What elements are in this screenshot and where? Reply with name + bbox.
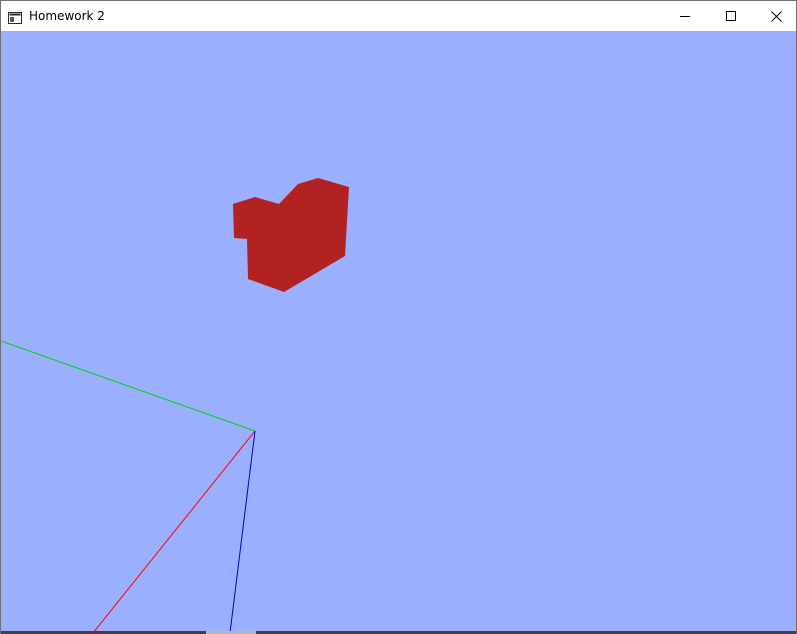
maximize-button[interactable]: [708, 1, 754, 31]
maximize-icon: [726, 11, 736, 21]
window-title: Homework 2: [29, 9, 105, 23]
app-icon: [8, 9, 22, 24]
scene-background: [1, 31, 796, 633]
scene-canvas: [1, 31, 796, 633]
title-bar[interactable]: Homework 2: [1, 1, 796, 31]
app-window: Homework 2: [0, 0, 797, 634]
window-icon: [8, 12, 22, 24]
render-viewport[interactable]: [1, 31, 796, 633]
minimize-button[interactable]: [662, 1, 708, 31]
close-icon: [770, 10, 782, 22]
close-button[interactable]: [753, 1, 797, 31]
minimize-icon: [680, 16, 690, 17]
